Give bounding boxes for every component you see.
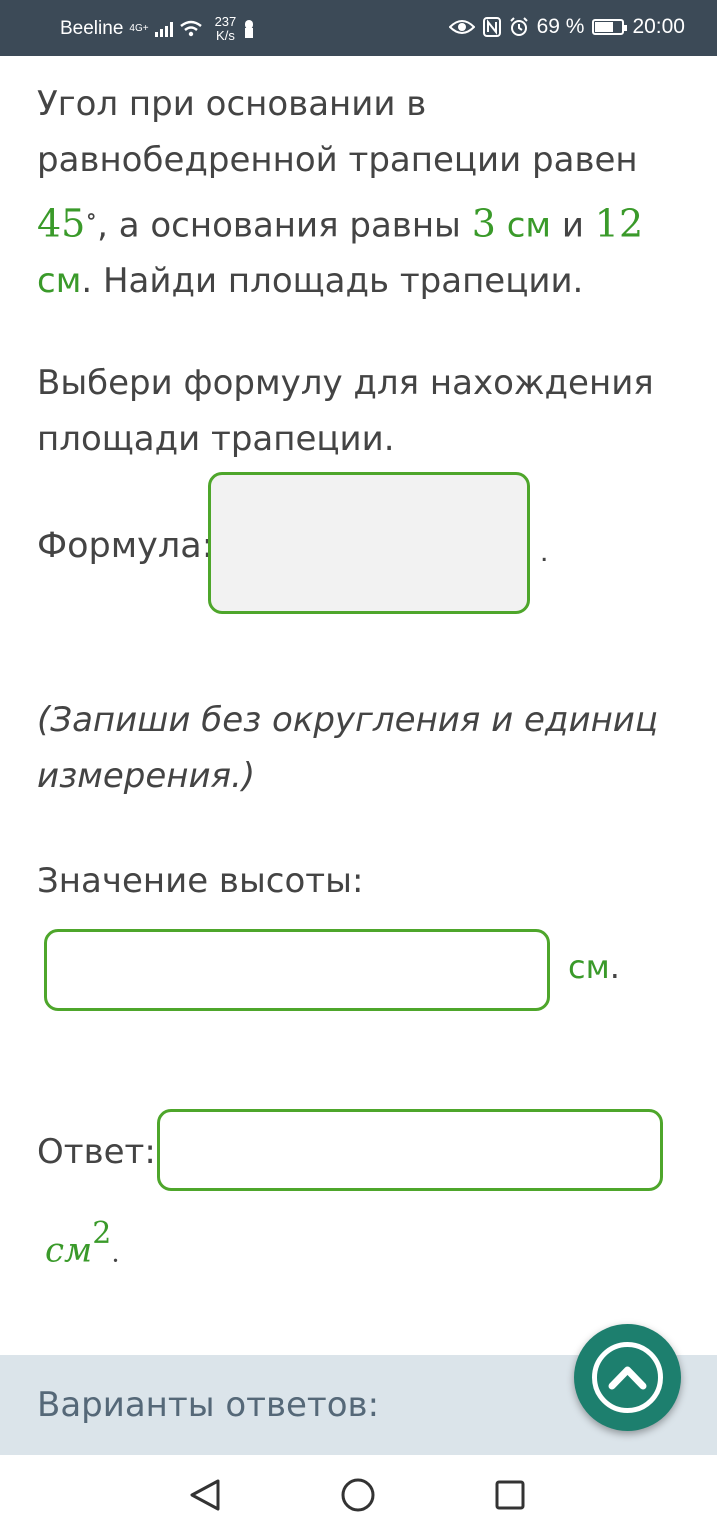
clock: 20:00	[632, 15, 685, 38]
height-label: Значение высоты:	[37, 861, 364, 901]
signal-icon	[154, 21, 173, 37]
status-bar: Beeline 4G+ 237 K/s 69 % 20:00	[0, 0, 717, 56]
speed-unit: K/s	[216, 28, 235, 43]
chevron-up-icon	[592, 1342, 663, 1413]
angle-value: 45	[37, 201, 86, 246]
answer-unit-exponent: 2	[92, 1216, 112, 1251]
recents-square-icon[interactable]	[495, 1480, 525, 1510]
battery-percent: 69 %	[536, 15, 585, 38]
formula-label: Формула:	[37, 526, 214, 566]
formula-drop-zone[interactable]	[208, 472, 530, 614]
answer-label: Ответ:	[37, 1132, 156, 1172]
wifi-icon	[179, 20, 202, 37]
height-input[interactable]	[44, 929, 550, 1011]
height-unit-text: см	[568, 948, 610, 986]
problem-text-part: . Найди площадь трапеции.	[81, 261, 584, 302]
height-unit: см.	[568, 948, 620, 986]
home-circle-icon[interactable]	[341, 1478, 375, 1512]
degree-sign: ∘	[85, 202, 98, 230]
eye-icon	[448, 20, 475, 34]
carrier-name: Beeline	[60, 18, 124, 39]
base2-value: 12	[594, 201, 644, 246]
instruction-text: Выбери формулу для нахождения площади тр…	[37, 363, 654, 459]
scroll-up-button[interactable]	[574, 1324, 681, 1431]
answer-unit-text: см	[45, 1230, 93, 1271]
base2-unit: см	[37, 261, 82, 302]
answer-input[interactable]	[157, 1109, 663, 1191]
alarm-icon	[509, 17, 528, 36]
problem-text-part: Угол при основании в равнобедренной трап…	[37, 84, 638, 180]
formula-dot: .	[540, 535, 549, 568]
height-dot: .	[609, 948, 620, 986]
network-type: 4G+	[129, 23, 149, 34]
problem-text: Угол при основании в равнобедренной трап…	[37, 76, 697, 309]
answer-dot: .	[111, 1238, 120, 1269]
battery-icon	[592, 19, 628, 35]
back-triangle-icon[interactable]	[190, 1479, 220, 1511]
rounding-note: (Запиши без округления и единиц измерени…	[37, 700, 659, 796]
variants-heading: Варианты ответов:	[37, 1385, 380, 1425]
problem-text-part: , а основания равны	[97, 205, 472, 246]
nfc-icon	[482, 17, 501, 37]
base1-value: 3	[471, 201, 496, 246]
key-icon	[245, 20, 254, 38]
base1-unit: см	[506, 205, 552, 246]
speed-value: 237	[214, 14, 237, 29]
problem-text-part: и	[551, 205, 595, 246]
system-nav-bar	[0, 1455, 717, 1536]
answer-unit: см2.	[45, 1216, 120, 1271]
network-speed: 237 K/s	[215, 15, 237, 43]
